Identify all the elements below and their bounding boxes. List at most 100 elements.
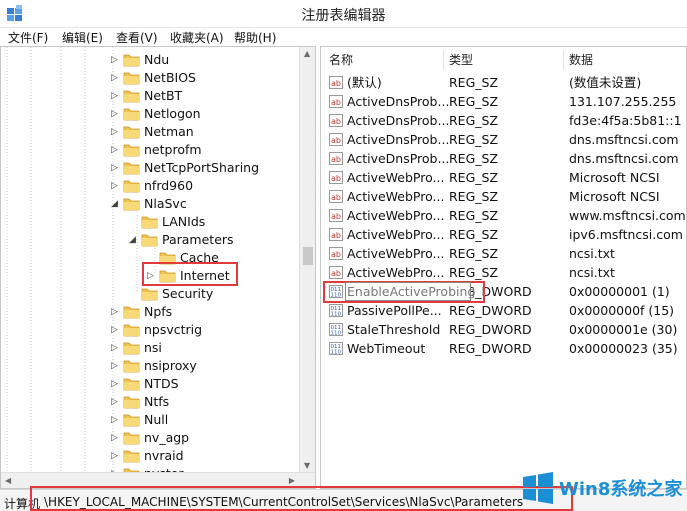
- expand-arrow-icon[interactable]: ▷: [111, 180, 121, 192]
- scroll-left-arrow-icon[interactable]: ◀: [5, 476, 11, 485]
- expand-arrow-icon[interactable]: ▷: [111, 396, 121, 408]
- tree-node[interactable]: LANIds: [1, 213, 301, 231]
- tree-node[interactable]: ▷ nsiproxy: [1, 357, 301, 375]
- tree-node-label: nv_agp: [144, 430, 190, 445]
- menu-edit[interactable]: 编辑(E): [62, 29, 103, 46]
- highlight-status-path: [30, 486, 573, 511]
- tree-node-label: Null: [144, 412, 169, 427]
- value-type: REG_DWORD: [449, 322, 532, 337]
- tree-node-label: Ntfs: [144, 394, 170, 409]
- expand-arrow-icon[interactable]: ▷: [111, 450, 121, 462]
- tree-node-label: nsiproxy: [144, 358, 197, 373]
- tree-node[interactable]: ▷ Netman: [1, 123, 301, 141]
- expand-arrow-icon[interactable]: ▷: [111, 360, 121, 372]
- collapse-arrow-icon[interactable]: ◢: [129, 234, 139, 246]
- tree-node[interactable]: ◢ NlaSvc: [1, 195, 301, 213]
- tree-scroll-thumb[interactable]: [303, 247, 313, 265]
- expand-arrow-icon[interactable]: ▷: [111, 378, 121, 390]
- string-value-icon: ab: [329, 266, 343, 279]
- value-data: 0x0000001e (30): [569, 322, 678, 337]
- value-data: 131.107.255.255: [569, 94, 677, 109]
- menu-view[interactable]: 查看(V): [116, 29, 158, 46]
- folder-icon: [123, 396, 140, 409]
- value-data: dns.msftncsi.com: [569, 132, 679, 147]
- column-header-type[interactable]: 类型: [449, 47, 473, 71]
- tree-node[interactable]: ▷ netprofm: [1, 141, 301, 159]
- value-data: fd3e:4f5a:5b81::1: [569, 113, 682, 128]
- tree-node[interactable]: ▷ Npfs: [1, 303, 301, 321]
- tree-node[interactable]: ▷ nfrd960: [1, 177, 301, 195]
- tree-node[interactable]: Security: [1, 285, 301, 303]
- value-row[interactable]: ab ActiveWebPro... REG_SZ ncsi.txt: [321, 244, 686, 263]
- expand-arrow-icon[interactable]: ▷: [111, 324, 121, 336]
- value-row[interactable]: ab ActiveDnsProb... REG_SZ fd3e:4f5a:5b81::…: [321, 111, 686, 130]
- expand-arrow-icon[interactable]: ▷: [111, 432, 121, 444]
- tree-node[interactable]: ▷ nv_agp: [1, 429, 301, 447]
- tree-node[interactable]: ▷ NTDS: [1, 375, 301, 393]
- registry-values-pane[interactable]: 名称 类型 数据 ab (默认) REG_SZ (数值未设置) ab ActiveDnsP…: [320, 46, 687, 489]
- tree-node[interactable]: ▷ nsi: [1, 339, 301, 357]
- value-row[interactable]: ab ActiveWebPro... REG_SZ ncsi.txt: [321, 263, 686, 282]
- tree-node[interactable]: ▷ NetTcpPortSharing: [1, 159, 301, 177]
- column-separator[interactable]: [443, 50, 444, 70]
- expand-arrow-icon[interactable]: [129, 288, 139, 300]
- menu-favorites[interactable]: 收藏夹(A): [170, 29, 224, 46]
- value-type: REG_SZ: [449, 170, 499, 185]
- tree-node[interactable]: ◢ Parameters: [1, 231, 301, 249]
- expand-arrow-icon[interactable]: ▷: [111, 54, 121, 66]
- value-row[interactable]: 011 110 StaleThreshold REG_DWORD 0x0000001e …: [321, 320, 686, 339]
- value-row[interactable]: ab ActiveDnsProb... REG_SZ dns.msftncsi.com: [321, 130, 686, 149]
- value-name: StaleThreshold: [347, 322, 441, 337]
- expand-arrow-icon[interactable]: ▷: [111, 162, 121, 174]
- collapse-arrow-icon[interactable]: ◢: [111, 198, 121, 210]
- scroll-up-arrow-icon[interactable]: ▲: [304, 49, 310, 58]
- column-header-data[interactable]: 数据: [569, 47, 593, 71]
- value-row[interactable]: 011 110 PassivePollPe... REG_DWORD 0x0000000…: [321, 301, 686, 320]
- expand-arrow-icon[interactable]: ▷: [111, 414, 121, 426]
- svg-text:ab: ab: [331, 117, 341, 126]
- tree-vertical-scrollbar[interactable]: ▲ ▼: [299, 47, 315, 472]
- expand-arrow-icon[interactable]: ▷: [111, 342, 121, 354]
- tree-node-label: NetTcpPortSharing: [144, 160, 260, 175]
- column-header-name[interactable]: 名称: [329, 47, 353, 71]
- folder-icon: [123, 126, 140, 139]
- value-row[interactable]: ab ActiveDnsProb... REG_SZ 131.107.255.255: [321, 92, 686, 111]
- value-row[interactable]: ab (默认) REG_SZ (数值未设置): [321, 73, 686, 92]
- scroll-right-arrow-icon[interactable]: ▶: [289, 476, 295, 485]
- tree-node[interactable]: ▷ nvraid: [1, 447, 301, 465]
- tree-node[interactable]: ▷ Netlogon: [1, 105, 301, 123]
- tree-node[interactable]: ▷ NetBT: [1, 87, 301, 105]
- folder-icon: [123, 450, 140, 463]
- value-row[interactable]: ab ActiveWebPro... REG_SZ www.msftncsi.com: [321, 206, 686, 225]
- value-row[interactable]: ab ActiveWebPro... REG_SZ Microsoft NCSI: [321, 168, 686, 187]
- svg-text:ab: ab: [331, 79, 341, 88]
- expand-arrow-icon[interactable]: ▷: [111, 90, 121, 102]
- menu-help[interactable]: 帮助(H): [234, 29, 276, 46]
- tree-node[interactable]: ▷ Ntfs: [1, 393, 301, 411]
- value-row[interactable]: 011 110 WebTimeout REG_DWORD 0x00000023 (35): [321, 339, 686, 358]
- value-row[interactable]: ab ActiveDnsProb... REG_SZ dns.msftncsi.com: [321, 149, 686, 168]
- tree-node[interactable]: ▷ npsvctrig: [1, 321, 301, 339]
- tree-node-label: Parameters: [162, 232, 234, 247]
- menu-file[interactable]: 文件(F): [8, 29, 48, 46]
- expand-arrow-icon[interactable]: ▷: [111, 144, 121, 156]
- expand-arrow-icon[interactable]: ▷: [111, 126, 121, 138]
- expand-arrow-icon[interactable]: ▷: [111, 108, 121, 120]
- scroll-down-arrow-icon[interactable]: ▼: [304, 461, 310, 470]
- tree-node[interactable]: ▷ NetBIOS: [1, 69, 301, 87]
- expand-arrow-icon[interactable]: ▷: [111, 306, 121, 318]
- svg-text:ab: ab: [331, 193, 341, 202]
- value-row[interactable]: 011 110 EnableActiveProbing REG_DWORD 0x0000…: [321, 282, 686, 301]
- value-data: 0x00000001 (1): [569, 284, 670, 299]
- value-row[interactable]: ab ActiveWebPro... REG_SZ ipv6.msftncsi.com: [321, 225, 686, 244]
- value-name: ActiveDnsProb...: [347, 94, 450, 109]
- windows-logo-icon: [523, 472, 553, 504]
- title-bar: 注册表编辑器: [0, 0, 687, 28]
- expand-arrow-icon[interactable]: [129, 216, 139, 228]
- value-name[interactable]: EnableActiveProbing: [347, 282, 475, 301]
- tree-node[interactable]: ▷ Ndu: [1, 51, 301, 69]
- tree-node[interactable]: ▷ Null: [1, 411, 301, 429]
- column-separator[interactable]: [563, 50, 564, 70]
- expand-arrow-icon[interactable]: ▷: [111, 72, 121, 84]
- value-row[interactable]: ab ActiveWebPro... REG_SZ Microsoft NCSI: [321, 187, 686, 206]
